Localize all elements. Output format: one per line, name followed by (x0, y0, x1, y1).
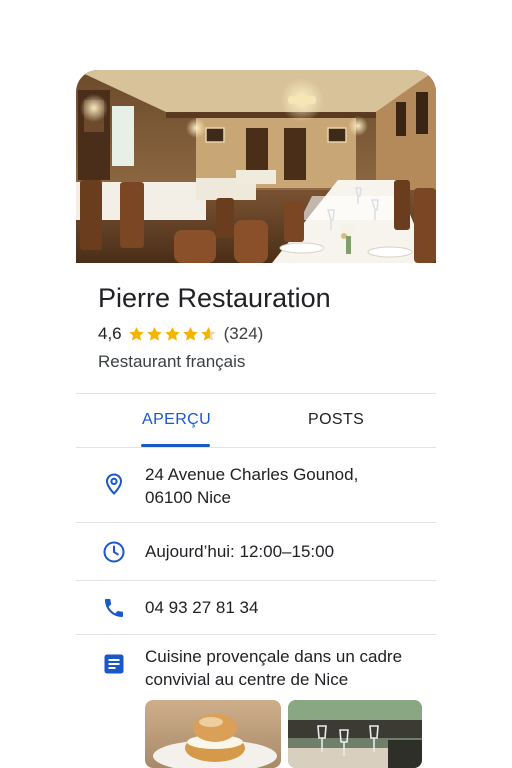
star-icon (182, 327, 198, 341)
rating-row[interactable]: 4,6 (324) (98, 323, 263, 345)
description-text: Cuisine provençale dans un cadre convivi… (145, 645, 402, 691)
photo-thumbnail-terrace[interactable] (288, 700, 422, 768)
rating-value: 4,6 (98, 324, 122, 343)
place-name: Pierre Restauration (98, 283, 331, 313)
photo-thumbnail-pastry[interactable] (145, 700, 281, 768)
tab-bar: APERÇU POSTS (76, 394, 436, 447)
star-icon (200, 327, 216, 341)
star-icon (146, 327, 162, 341)
phone-icon (102, 596, 126, 620)
phone-row[interactable]: 04 93 27 81 34 (76, 581, 436, 634)
place-header: Pierre Restauration 4,6 (324) Restaurant… (76, 263, 436, 393)
restaurant-hero-photo[interactable] (76, 70, 436, 263)
location-pin-icon (102, 472, 126, 496)
hours-row[interactable]: Aujourd’hui: 12:00–15:00 (76, 523, 436, 580)
place-card: Pierre Restauration 4,6 (324) Restaurant… (76, 70, 436, 768)
star-icon (164, 327, 180, 341)
rating-stars (128, 326, 218, 342)
description-line-2: convivial au centre de Nice (145, 670, 349, 689)
description-icon (102, 652, 126, 676)
tab-apercu[interactable]: APERÇU (142, 411, 211, 429)
tab-posts[interactable]: POSTS (308, 411, 364, 429)
description-line-1: Cuisine provençale dans un cadre (145, 647, 403, 666)
address-line-1: 24 Avenue Charles Gounod, (145, 465, 359, 484)
clock-icon (102, 540, 126, 564)
photo-strip (145, 700, 436, 768)
star-icon (128, 327, 144, 341)
phone-number[interactable]: 04 93 27 81 34 (145, 596, 258, 619)
address-text: 24 Avenue Charles Gounod, 06100 Nice (145, 463, 358, 509)
hours-text: Aujourd’hui: 12:00–15:00 (145, 542, 335, 561)
address-row[interactable]: 24 Avenue Charles Gounod, 06100 Nice (76, 448, 436, 522)
address-line-2: 06100 Nice (145, 488, 232, 507)
review-count[interactable]: (324) (224, 324, 264, 344)
place-category: Restaurant français (98, 352, 246, 371)
